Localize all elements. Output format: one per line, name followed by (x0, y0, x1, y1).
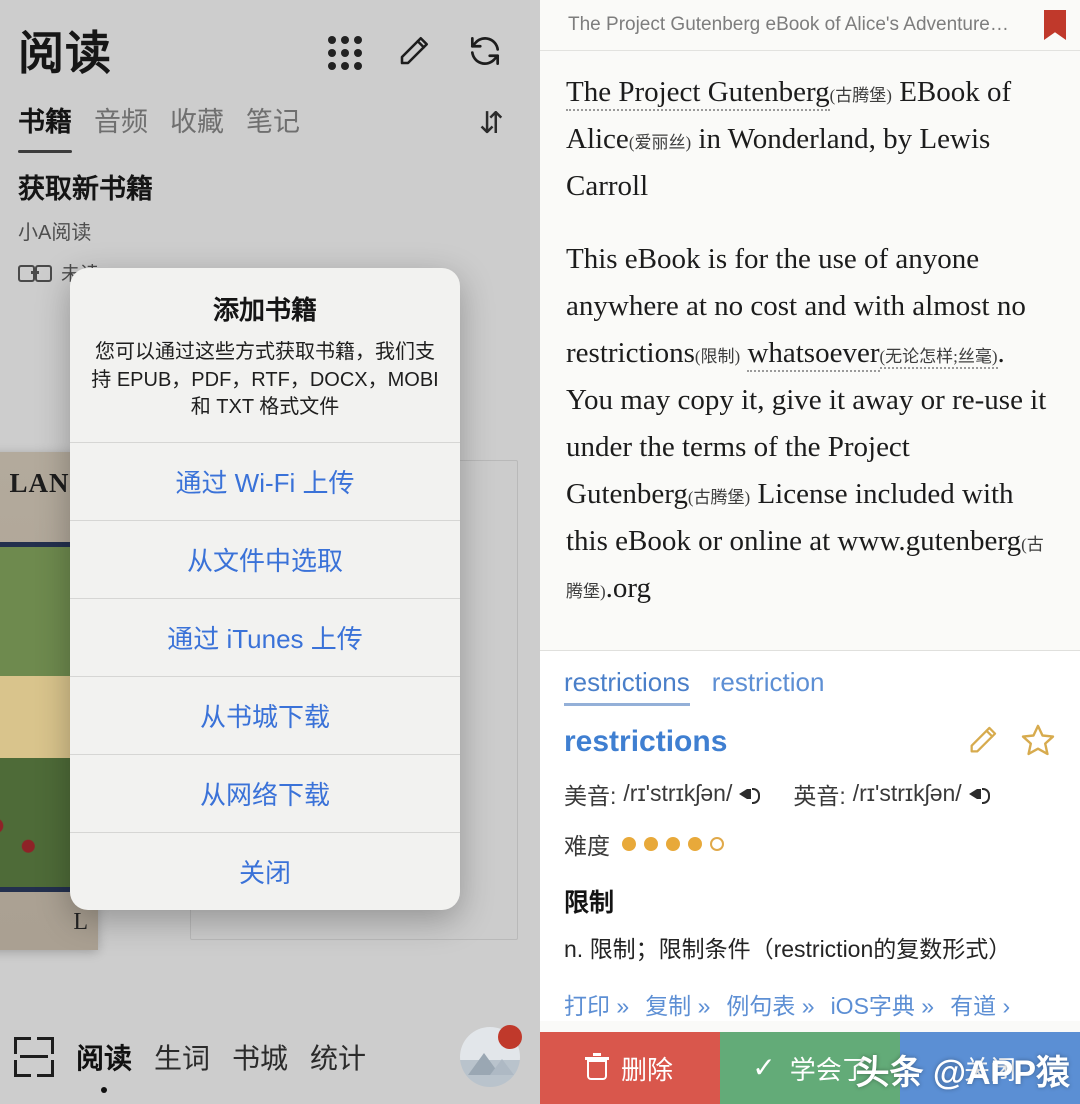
reader-pane: The Project Gutenberg eBook of Alice's A… (540, 0, 1080, 1104)
phonetic-us-label: 美音: (564, 782, 617, 809)
link-print[interactable]: 打印 » (564, 987, 629, 1021)
pick-from-files-button[interactable]: 从文件中选取 (70, 519, 460, 598)
upload-via-itunes-button[interactable]: 通过 iTunes 上传 (70, 597, 460, 676)
difficulty-label: 难度 (564, 832, 610, 859)
pencil-icon[interactable] (966, 723, 1000, 762)
dictionary-headword: restrictions (564, 725, 728, 759)
gloss: (限制) (694, 346, 741, 366)
gloss: (古腾堡) (829, 86, 892, 105)
gloss: (无论怎样;丝毫) (879, 346, 998, 369)
meaning-headline: 限制 (564, 888, 615, 917)
link-ios-dictionary[interactable]: iOS字典 » (831, 987, 935, 1021)
document-title: The Project Gutenberg eBook of Alice's A… (568, 14, 1009, 35)
gloss: (爱丽丝) (628, 132, 692, 152)
document-topbar: The Project Gutenberg eBook of Alice's A… (540, 0, 1080, 51)
phonetic-uk-value: /rɪ'strɪkʃən/ (852, 780, 962, 807)
learned-button[interactable]: ✓ 学会了 (720, 1032, 900, 1104)
annotated-term[interactable]: The Project Gutenberg (566, 76, 830, 111)
download-from-store-button[interactable]: 从书城下载 (70, 675, 460, 754)
phonetic-us[interactable]: 美音: /rɪ'strɪkʃən/ (564, 777, 761, 811)
gloss: (古腾堡) (687, 487, 751, 507)
download-from-web-button[interactable]: 从网络下载 (70, 753, 460, 832)
dialog-header: 添加书籍 您可以通过这些方式获取书籍，我们支持 EPUB，PDF，RTF，DOC… (70, 268, 460, 442)
add-book-dialog: 添加书籍 您可以通过这些方式获取书籍，我们支持 EPUB，PDF，RTF，DOC… (70, 268, 460, 910)
word-action-bar: 删除 ✓ 学会了 关闭 (540, 1032, 1080, 1104)
phonetic-uk[interactable]: 英音: /rɪ'strɪkʃən/ (793, 777, 990, 811)
delete-label: 删除 (620, 1054, 673, 1085)
dialog-message: 您可以通过这些方式获取书籍，我们支持 EPUB，PDF，RTF，DOCX，MOB… (91, 341, 439, 419)
difficulty-dots (622, 836, 724, 851)
reader-text: .org (605, 571, 652, 604)
reader-paragraph-2: This eBook is for the use of anyone anyw… (566, 236, 1054, 612)
delete-button[interactable]: 删除 (540, 1032, 720, 1104)
link-youdao[interactable]: 有道 › (950, 987, 1010, 1021)
annotated-term[interactable]: whatsoever (747, 336, 880, 372)
dict-tab-restriction[interactable]: restriction (712, 667, 825, 704)
close-button[interactable]: 关闭 (900, 1032, 1080, 1104)
dict-tab-restrictions[interactable]: restrictions (564, 667, 690, 706)
check-icon: ✓ (752, 1052, 776, 1083)
bookmark-icon[interactable] (1044, 10, 1066, 40)
dictionary-actions (966, 722, 1056, 763)
close-dialog-button[interactable]: 关闭 (70, 831, 460, 910)
difficulty-row: 难度 (564, 827, 1056, 861)
dialog-title: 添加书籍 (212, 295, 317, 325)
learned-label: 学会了 (789, 1054, 868, 1085)
dictionary-tabs: restrictions restriction (564, 667, 1056, 706)
trash-icon (584, 1053, 609, 1080)
phonetic-uk-label: 英音: (793, 782, 846, 809)
definition-text: n. 限制；限制条件（restriction的复数形式） (564, 935, 1012, 962)
app-screen: 阅读 书籍 音频 收藏 笔记 ⇵ 获取新书籍 小A阅读 LAND L 阅读 生词… (0, 0, 1080, 1104)
link-examples[interactable]: 例句表 » (726, 987, 814, 1021)
reader-content: The Project Gutenberg(古腾堡) EBook of Alic… (540, 51, 1080, 650)
upload-via-wifi-button[interactable]: 通过 Wi-Fi 上传 (70, 441, 460, 520)
dictionary-word-row: restrictions (564, 722, 1056, 763)
reader-paragraph-1: The Project Gutenberg(古腾堡) EBook of Alic… (566, 69, 1054, 210)
star-icon[interactable] (1020, 722, 1056, 763)
link-copy[interactable]: 复制 » (645, 987, 710, 1021)
phonetic-us-value: /rɪ'strɪkʃən/ (623, 780, 733, 807)
dictionary-panel: restrictions restriction restrictions 美音… (540, 649, 1080, 1022)
dictionary-links: 打印 » 复制 » 例句表 » iOS字典 » 有道 › (564, 987, 1056, 1021)
dialog-overlay: 添加书籍 您可以通过这些方式获取书籍，我们支持 EPUB，PDF，RTF，DOC… (0, 0, 540, 1104)
speaker-icon[interactable] (739, 785, 761, 804)
library-pane: 阅读 书籍 音频 收藏 笔记 ⇵ 获取新书籍 小A阅读 LAND L 阅读 生词… (0, 0, 540, 1104)
phonetics-row: 美音: /rɪ'strɪkʃən/ 英音: /rɪ'strɪkʃən/ (564, 777, 1056, 811)
speaker-icon[interactable] (968, 785, 990, 804)
close-label: 关闭 (963, 1054, 1016, 1085)
